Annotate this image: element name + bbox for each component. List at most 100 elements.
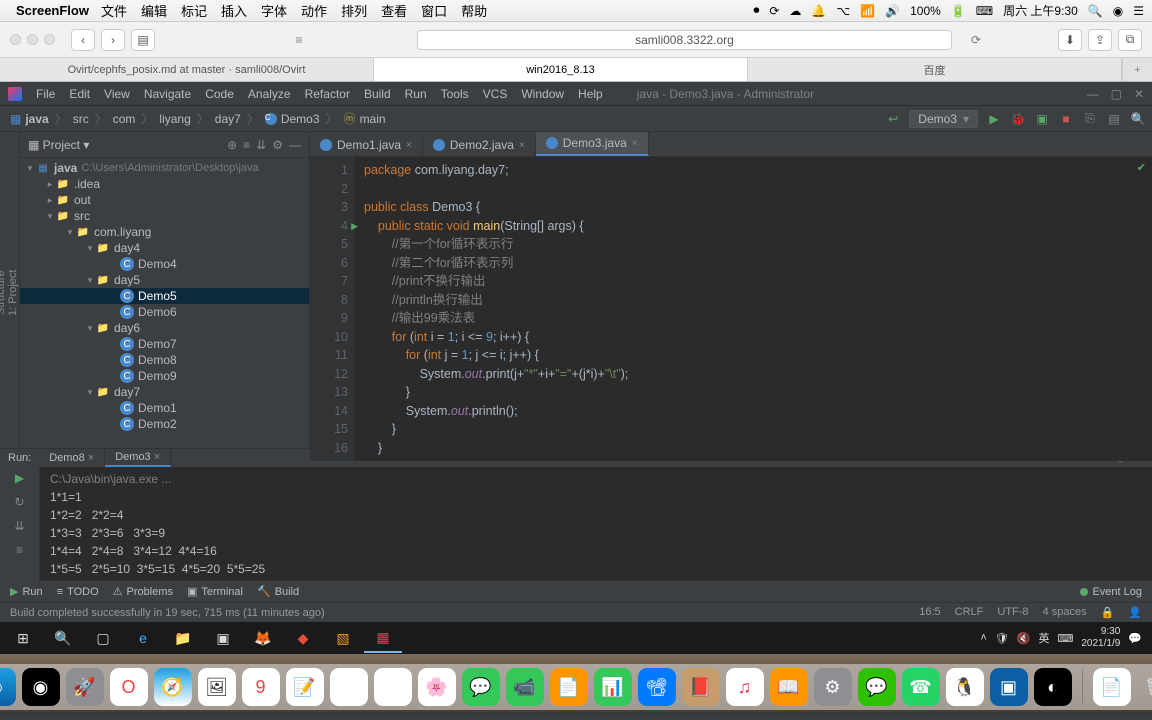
menu-tools[interactable]: Tools [441, 87, 469, 101]
tree-root[interactable]: ▾▦javaC:\Users\Administrator\Desktop\jav… [20, 160, 309, 176]
reload-icon[interactable]: ⟳ [971, 33, 981, 47]
crumb-5[interactable]: C Demo3 [261, 112, 324, 126]
itunes-icon[interactable]: ♫ [726, 668, 764, 706]
firefox-icon[interactable]: 🦊 [244, 623, 282, 653]
crumb-4[interactable]: day7 [211, 112, 245, 126]
back-nav-icon[interactable]: ↩ [885, 111, 901, 127]
menu-code[interactable]: Code [205, 87, 234, 101]
download-button[interactable]: ⬇ [1058, 29, 1082, 51]
menu-file[interactable]: File [36, 87, 55, 101]
tree-day5[interactable]: ▾📁day5 [20, 272, 309, 288]
close-icon[interactable]: × [406, 140, 412, 151]
status-indent[interactable]: 4 spaces [1043, 606, 1087, 619]
tab-run[interactable]: ▶Run [10, 585, 43, 598]
forward-button[interactable]: › [101, 29, 125, 51]
clock[interactable]: 周六 上午9:30 [1003, 2, 1078, 19]
stop-run-icon[interactable]: ↻ [14, 495, 24, 509]
sidebar-button[interactable]: ▤ [131, 29, 155, 51]
project-tree[interactable]: ▾▦javaC:\Users\Administrator\Desktop\jav… [20, 158, 309, 448]
tree-demo4[interactable]: CDemo4 [20, 256, 309, 272]
wechat-icon[interactable]: ☁ [789, 4, 801, 18]
sort-icon[interactable]: ≡ [243, 138, 250, 152]
ide-window-controls[interactable]: —▢✕ [1087, 87, 1144, 101]
run-tab-0[interactable]: Demo8 × [39, 450, 105, 466]
editor-tab-2[interactable]: Demo3.java× [536, 132, 649, 156]
crumb-3[interactable]: liyang [155, 112, 194, 126]
tray-volume-icon[interactable]: 🔇 [1017, 632, 1031, 645]
run-tab-1[interactable]: Demo3 × [105, 449, 171, 467]
settings-icon[interactable]: ⚙ [814, 668, 852, 706]
code-editor[interactable]: ✔ 1 2 3 4▶ 5 6 7 8 9 10 11 12 13 14 15 [310, 157, 1152, 461]
siri-icon[interactable]: ◉ [1113, 4, 1123, 18]
tray-chevron-icon[interactable]: ˄ [980, 632, 986, 644]
close-icon[interactable]: × [632, 138, 638, 149]
pycharm-icon[interactable]: ◐ [1034, 668, 1072, 706]
menu-navigate[interactable]: Navigate [144, 87, 191, 101]
debug-button[interactable]: 🐞 [1010, 111, 1026, 127]
taskview-icon[interactable]: ▢ [84, 623, 122, 653]
rerun-icon[interactable]: ▶ [15, 471, 24, 485]
project-combo[interactable]: ▦ Project ▾ [28, 138, 89, 152]
tray-keyboard-icon[interactable]: ⌨ [1057, 632, 1073, 645]
status-pos[interactable]: 16:5 [919, 606, 940, 619]
system-tray[interactable]: ˄ 🛡 🔇 英 ⌨ 9:302021/1/9 💬 [980, 626, 1148, 650]
project-tool-tab[interactable]: 1: Project [7, 146, 19, 440]
status-enc[interactable]: UTF-8 [997, 606, 1028, 619]
photos-icon[interactable]: 🌸 [418, 668, 456, 706]
tab-todo[interactable]: ≡ TODO [57, 586, 99, 598]
tab-problems[interactable]: ⚠ Problems [113, 585, 173, 598]
menu-edit[interactable]: Edit [69, 87, 90, 101]
tree-demo9[interactable]: CDemo9 [20, 368, 309, 384]
tree-src[interactable]: ▾📁src [20, 208, 309, 224]
tree-pkg[interactable]: ▾📁com.liyang [20, 224, 309, 240]
maps-icon[interactable]: 🗺 [374, 668, 412, 706]
siri-dock-icon[interactable]: ◉ [22, 668, 60, 706]
tree-demo2[interactable]: CDemo2 [20, 416, 309, 432]
tree-idea[interactable]: ▸📁.idea [20, 176, 309, 192]
intellij-taskbar-icon[interactable]: ▦ [364, 623, 402, 653]
facetime-icon[interactable]: 📹 [506, 668, 544, 706]
qq-icon[interactable]: 🐧 [946, 668, 984, 706]
inspection-ok-icon[interactable]: ✔ [1137, 161, 1146, 174]
pages-icon[interactable]: 📄 [550, 668, 588, 706]
layout-icon[interactable]: ⇊ [14, 519, 24, 533]
launchpad-icon[interactable]: 🚀 [66, 668, 104, 706]
messages-icon[interactable]: 💬 [462, 668, 500, 706]
menu-help[interactable]: Help [578, 87, 603, 101]
browser-tab-2[interactable]: 百度 [748, 58, 1122, 81]
lock-icon[interactable]: 🔒 [1101, 606, 1115, 619]
collapse-icon[interactable]: ⇊ [256, 138, 266, 152]
app1-icon[interactable]: ◆ [284, 623, 322, 653]
opera-icon[interactable]: O [110, 668, 148, 706]
loop-icon[interactable]: ⟳ [769, 4, 779, 18]
crumb-0[interactable]: ▦java [6, 112, 53, 126]
minimize-window-icon[interactable] [27, 34, 38, 45]
tree-day7[interactable]: ▾📁day7 [20, 384, 309, 400]
numbers-icon[interactable]: 📊 [594, 668, 632, 706]
bluetooth-icon[interactable]: ⌥ [836, 4, 850, 18]
control-center-icon[interactable]: ☰ [1133, 4, 1144, 18]
window-controls[interactable] [10, 34, 55, 45]
safari-icon[interactable]: 🧭 [154, 668, 192, 706]
preview-icon[interactable]: 🖼 [198, 668, 236, 706]
spotlight-icon[interactable]: 🔍 [1088, 4, 1103, 18]
ibooks-icon[interactable]: 📖 [770, 668, 808, 706]
zoom-window-icon[interactable] [44, 34, 55, 45]
filter-icon[interactable]: ≡ [16, 543, 23, 557]
search-taskbar-icon[interactable]: 🔍 [44, 623, 82, 653]
editor-tab-1[interactable]: Demo2.java× [423, 134, 536, 156]
target-icon[interactable]: ⊕ [227, 138, 237, 152]
run-button[interactable]: ▶ [986, 111, 1002, 127]
menu-vcs[interactable]: VCS [483, 87, 508, 101]
reader-button[interactable]: ≡ [287, 29, 311, 51]
tray-clock[interactable]: 9:302021/1/9 [1081, 626, 1120, 650]
tab-build[interactable]: 🔨 Build [257, 585, 299, 598]
notes-icon[interactable]: 📝 [286, 668, 324, 706]
menu-view[interactable]: View [104, 87, 130, 101]
structure-tool-tab[interactable]: Structure [0, 146, 7, 440]
stop-button[interactable]: ■ [1058, 111, 1074, 127]
tray-notif-icon[interactable]: 💬 [1128, 632, 1142, 645]
coverage-button[interactable]: ▣ [1034, 111, 1050, 127]
hide-icon[interactable]: — [289, 138, 301, 152]
menu-window[interactable]: Window [521, 87, 564, 101]
